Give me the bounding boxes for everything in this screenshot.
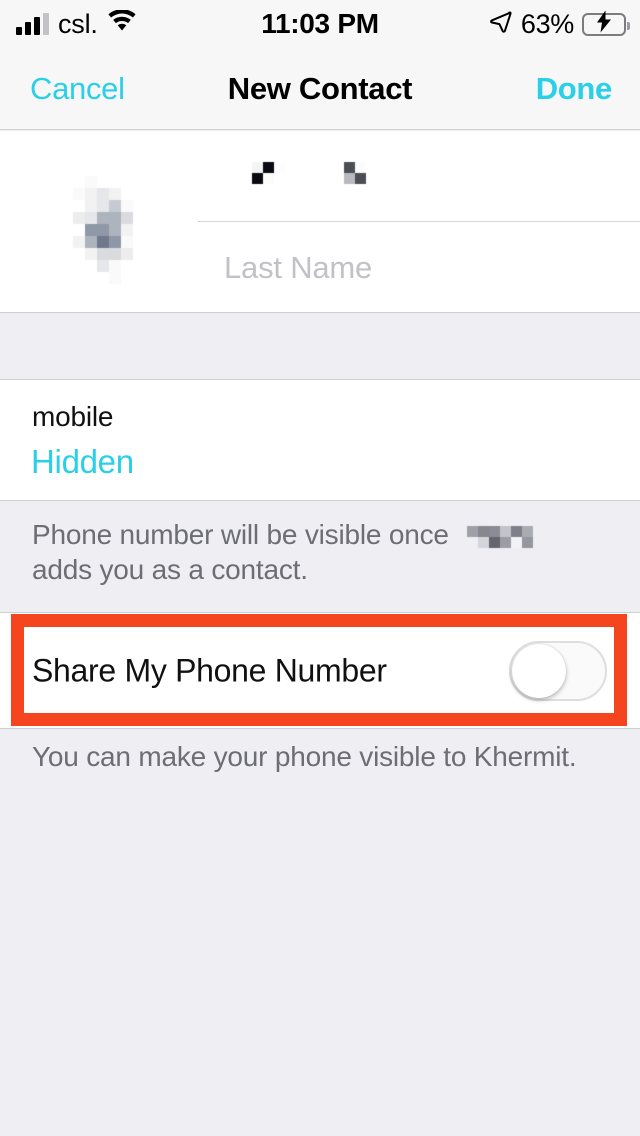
status-bar: csl. 11:03 PM 63% [0,0,640,48]
status-bar-right: 63% [489,8,630,40]
share-phone-number-row[interactable]: Share My Phone Number [0,612,640,729]
share-phone-number-label: Share My Phone Number [32,652,387,688]
cancel-button[interactable]: Cancel [30,71,125,107]
section-spacer [0,313,640,380]
phone-row[interactable]: mobile Hidden [0,380,640,501]
page-title: New Contact [227,70,413,106]
done-button[interactable]: Done [536,71,613,107]
phone-label: mobile [32,401,114,432]
contact-photo-avatar[interactable] [37,152,173,288]
iphone-screen: csl. 11:03 PM 63% Cancel New Contact Don… [0,0,640,1136]
battery-percentage: 63% [520,8,574,39]
note-line-2: adds you as a contact. [32,554,308,585]
first-name-field[interactable] [198,131,640,222]
charging-bolt-icon [596,10,612,38]
empty-area [0,789,640,1136]
first-name-value [224,156,404,196]
phone-visibility-note: Phone number will be visible once adds y… [0,501,640,612]
navigation-bar: Cancel New Contact Done [0,48,640,130]
last-name-placeholder: Last Name [224,249,373,285]
name-fields: Last Name [198,131,640,313]
share-phone-note-text: You can make your phone visible to Kherm… [32,741,577,772]
toggle-knob [512,643,566,698]
last-name-field[interactable]: Last Name [198,222,640,313]
note-line-1: Phone number will be visible once [32,519,543,552]
share-phone-note: You can make your phone visible to Kherm… [0,729,640,789]
share-phone-number-toggle[interactable] [509,640,607,701]
location-arrow-icon [489,10,513,39]
note-line-1-text: Phone number will be visible once [32,519,449,550]
phone-value[interactable]: Hidden [31,443,134,481]
contact-name-section: Last Name [0,131,640,313]
battery-icon [582,10,630,38]
